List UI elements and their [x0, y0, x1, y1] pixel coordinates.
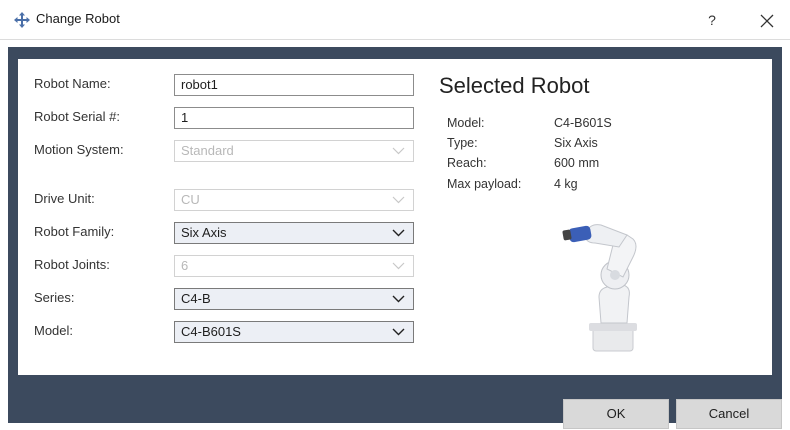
robot-serial-label: Robot Serial #: [34, 109, 120, 124]
motion-system-label: Motion System: [34, 142, 124, 157]
robot-form: Robot Name: robot1 Robot Serial #: 1 Mot… [18, 59, 420, 375]
robot-name-input[interactable]: robot1 [174, 74, 414, 96]
robot-name-label: Robot Name: [34, 76, 111, 91]
drive-unit-label: Drive Unit: [34, 191, 95, 206]
cancel-button[interactable]: Cancel [676, 399, 782, 429]
selected-robot-title: Selected Robot [439, 73, 590, 98]
chevron-down-icon [392, 196, 405, 204]
title-bar: Change Robot ? [0, 0, 790, 40]
model-value: C4-B601S [181, 324, 241, 339]
robot-serial-input[interactable]: 1 [174, 107, 414, 129]
help-button[interactable]: ? [700, 9, 724, 31]
dialog-content: Robot Name: robot1 Robot Serial #: 1 Mot… [8, 47, 782, 383]
spec-reach-label: Reach: [447, 156, 487, 170]
robot-image [529, 205, 687, 359]
spec-model-label: Model: [447, 116, 485, 130]
robot-family-value: Six Axis [181, 225, 227, 240]
move-arrows-icon [14, 12, 30, 28]
motion-system-select: Standard [174, 140, 414, 162]
drive-unit-value: CU [181, 192, 200, 207]
motion-system-value: Standard [181, 143, 234, 158]
robot-family-label: Robot Family: [34, 224, 115, 239]
series-label: Series: [34, 290, 75, 305]
chevron-down-icon [392, 262, 405, 270]
spec-reach-value: 600 mm [554, 156, 600, 170]
spec-payload-value: 4 kg [554, 177, 578, 191]
model-label: Model: [34, 323, 74, 338]
chevron-down-icon [392, 295, 405, 303]
close-icon [760, 14, 774, 28]
dialog-footer: OK Cancel [8, 383, 782, 429]
spec-model-value: C4-B601S [554, 116, 612, 130]
selected-robot-panel: Selected Robot Model: C4-B601S Type: Six… [417, 59, 772, 375]
close-button[interactable] [752, 6, 782, 34]
chevron-down-icon [392, 147, 405, 155]
chevron-down-icon [392, 229, 405, 237]
robot-family-select[interactable]: Six Axis [174, 222, 414, 244]
spec-type-label: Type: [447, 136, 478, 150]
ok-button[interactable]: OK [563, 399, 669, 429]
window-title: Change Robot [36, 11, 120, 26]
spec-payload-label: Max payload: [447, 177, 522, 191]
series-value: C4-B [181, 291, 211, 306]
robot-joints-value: 6 [181, 258, 189, 273]
series-select[interactable]: C4-B [174, 288, 414, 310]
robot-joints-label: Robot Joints: [34, 257, 110, 272]
model-select[interactable]: C4-B601S [174, 321, 414, 343]
robot-joints-select: 6 [174, 255, 414, 277]
spec-type-value: Six Axis [554, 136, 598, 150]
robot-arm-illustration [562, 224, 637, 352]
drive-unit-select: CU [174, 189, 414, 211]
chevron-down-icon [392, 328, 405, 336]
